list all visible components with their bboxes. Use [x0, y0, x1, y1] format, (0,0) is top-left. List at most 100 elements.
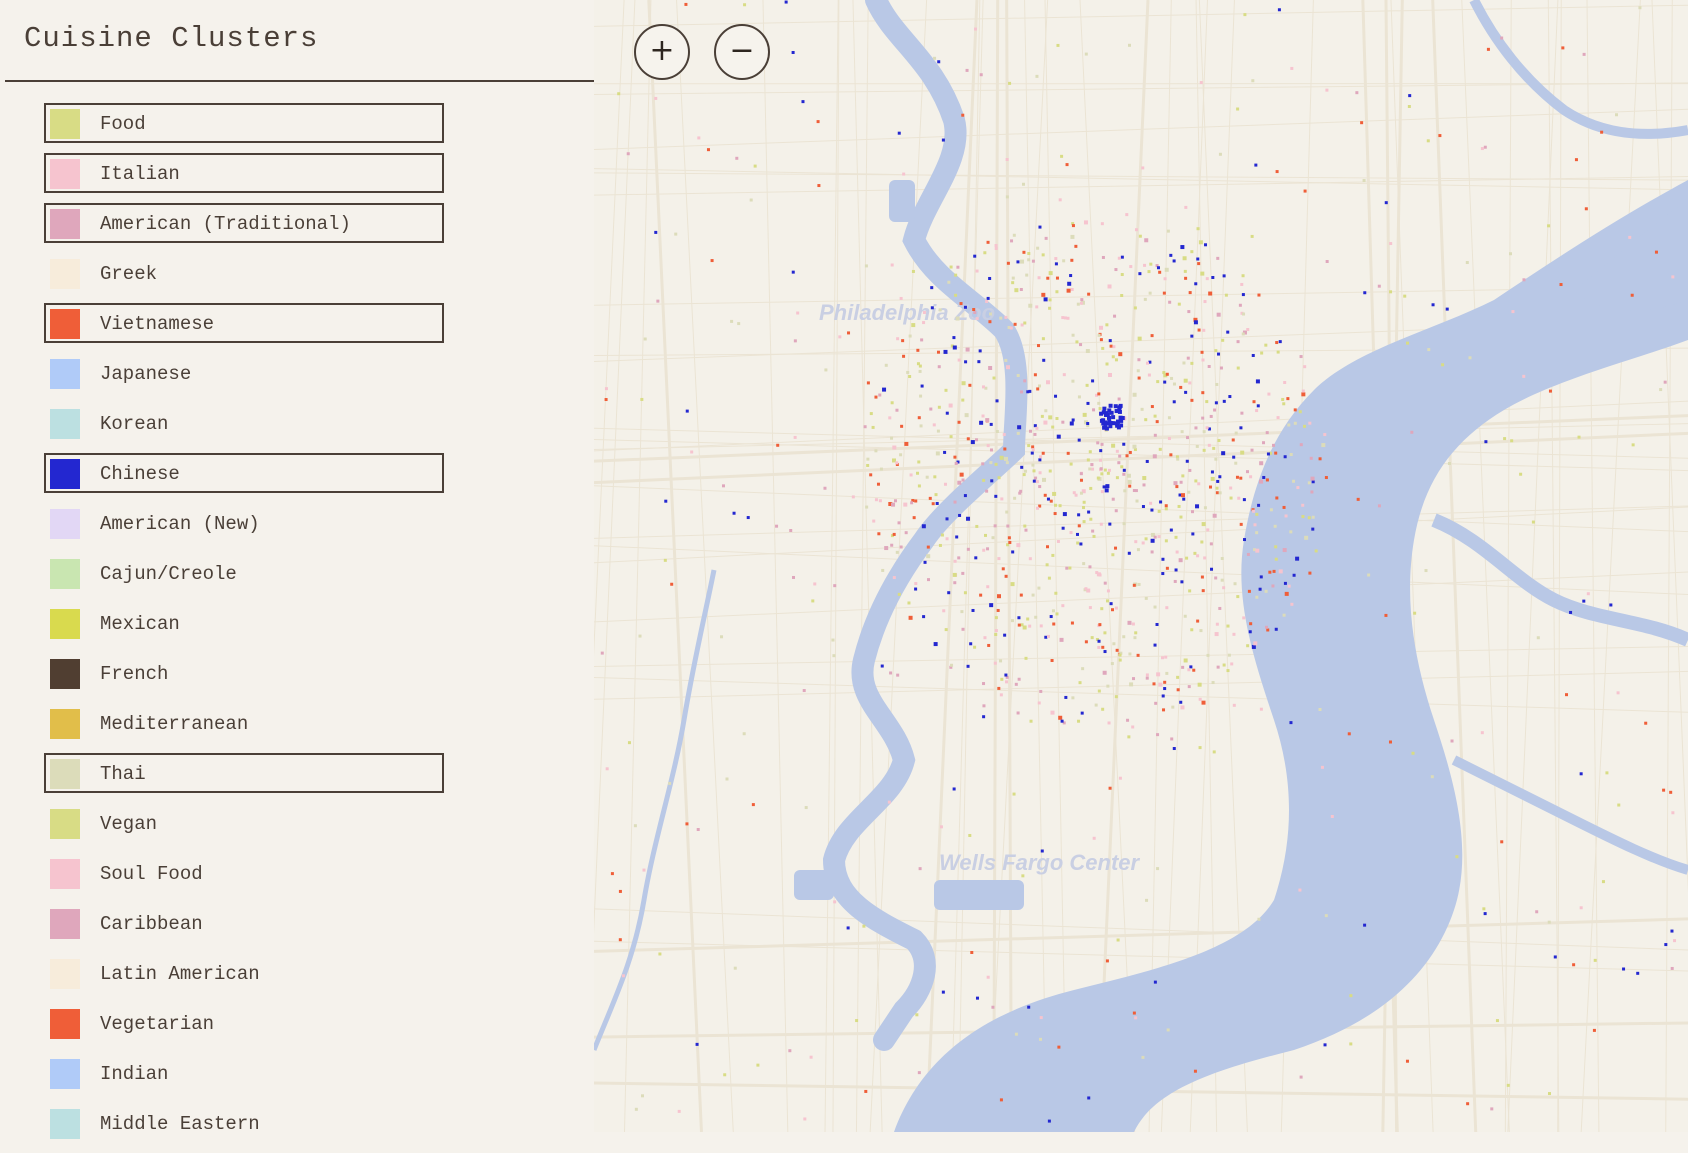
restaurant-point[interactable] [1275, 628, 1278, 631]
restaurant-point[interactable] [1044, 636, 1047, 639]
restaurant-point[interactable] [1165, 507, 1168, 510]
restaurant-point[interactable] [1310, 457, 1313, 460]
restaurant-point[interactable] [1042, 337, 1045, 340]
restaurant-point[interactable] [794, 339, 797, 342]
restaurant-point[interactable] [1240, 283, 1243, 286]
restaurant-point[interactable] [1325, 476, 1328, 479]
restaurant-point[interactable] [1187, 310, 1190, 313]
restaurant-point[interactable] [1236, 108, 1239, 111]
restaurant-point[interactable] [1582, 600, 1585, 603]
restaurant-point[interactable] [1116, 649, 1119, 652]
restaurant-point[interactable] [890, 437, 893, 440]
restaurant-point[interactable] [1622, 968, 1625, 971]
restaurant-point[interactable] [1115, 607, 1118, 610]
restaurant-point[interactable] [953, 581, 956, 584]
restaurant-point[interactable] [1028, 625, 1031, 628]
restaurant-point[interactable] [1215, 383, 1218, 386]
restaurant-point[interactable] [1069, 274, 1072, 277]
restaurant-point[interactable] [1266, 478, 1269, 481]
restaurant-point[interactable] [905, 531, 908, 534]
restaurant-point[interactable] [1196, 445, 1199, 448]
restaurant-point[interactable] [901, 339, 904, 342]
restaurant-point[interactable] [697, 136, 700, 139]
restaurant-point[interactable] [1220, 367, 1223, 370]
restaurant-point[interactable] [1197, 262, 1200, 265]
restaurant-point[interactable] [1035, 75, 1038, 78]
restaurant-point[interactable] [1151, 550, 1154, 553]
restaurant-point[interactable] [1170, 737, 1173, 740]
restaurant-point[interactable] [1237, 497, 1240, 500]
legend-item[interactable]: Mediterranean [44, 703, 444, 743]
restaurant-point[interactable] [1285, 592, 1289, 596]
restaurant-point[interactable] [1128, 485, 1131, 488]
restaurant-point[interactable] [1061, 720, 1064, 723]
restaurant-point[interactable] [891, 503, 895, 507]
restaurant-point[interactable] [1029, 557, 1032, 560]
restaurant-point[interactable] [988, 320, 991, 323]
restaurant-point[interactable] [1448, 462, 1451, 465]
restaurant-point[interactable] [1111, 662, 1114, 665]
restaurant-point[interactable] [957, 481, 961, 485]
restaurant-point[interactable] [1071, 696, 1074, 699]
restaurant-point[interactable] [1251, 449, 1254, 452]
restaurant-point[interactable] [1012, 277, 1015, 280]
restaurant-point[interactable] [1099, 326, 1103, 330]
legend-item[interactable]: Latin American [44, 953, 444, 993]
restaurant-point[interactable] [1071, 380, 1074, 383]
restaurant-point[interactable] [1165, 606, 1168, 609]
restaurant-point[interactable] [1093, 535, 1096, 538]
restaurant-point[interactable] [968, 834, 971, 837]
restaurant-point[interactable] [1161, 558, 1164, 561]
restaurant-point[interactable] [1032, 260, 1035, 263]
restaurant-point[interactable] [1230, 662, 1233, 665]
restaurant-point[interactable] [1200, 540, 1203, 543]
restaurant-point[interactable] [1296, 486, 1299, 489]
restaurant-point[interactable] [1298, 889, 1301, 892]
legend-item[interactable]: Vegetarian [44, 1003, 444, 1043]
restaurant-point[interactable] [1104, 469, 1107, 472]
restaurant-point[interactable] [1097, 392, 1100, 395]
restaurant-point[interactable] [1000, 693, 1003, 696]
restaurant-point[interactable] [1101, 347, 1104, 350]
restaurant-point[interactable] [1079, 542, 1082, 545]
restaurant-point[interactable] [1041, 849, 1044, 852]
restaurant-point[interactable] [872, 426, 875, 429]
restaurant-point[interactable] [1254, 523, 1257, 526]
restaurant-point[interactable] [1188, 685, 1191, 688]
restaurant-point[interactable] [1070, 463, 1073, 466]
restaurant-point[interactable] [1157, 266, 1160, 269]
restaurant-point[interactable] [823, 487, 826, 490]
restaurant-point[interactable] [1308, 422, 1311, 425]
restaurant-point[interactable] [1135, 228, 1138, 231]
restaurant-point[interactable] [1060, 638, 1064, 642]
restaurant-point[interactable] [1017, 425, 1021, 429]
restaurant-point[interactable] [1076, 541, 1079, 544]
restaurant-point[interactable] [1600, 131, 1603, 134]
restaurant-point[interactable] [1484, 912, 1487, 915]
restaurant-point[interactable] [1158, 271, 1161, 274]
restaurant-point[interactable] [974, 28, 977, 31]
restaurant-point[interactable] [1287, 424, 1290, 427]
restaurant-point[interactable] [982, 549, 985, 552]
restaurant-point[interactable] [1030, 720, 1033, 723]
restaurant-point[interactable] [1168, 301, 1171, 304]
restaurant-point[interactable] [852, 495, 855, 498]
restaurant-point[interactable] [1192, 669, 1195, 672]
restaurant-point[interactable] [1109, 339, 1112, 342]
restaurant-point[interactable] [1010, 326, 1013, 329]
restaurant-point[interactable] [1326, 260, 1329, 263]
restaurant-point[interactable] [869, 473, 872, 476]
restaurant-point[interactable] [866, 458, 869, 461]
restaurant-point[interactable] [1199, 240, 1203, 244]
restaurant-point[interactable] [982, 385, 985, 388]
restaurant-point[interactable] [994, 495, 997, 498]
restaurant-point[interactable] [1154, 415, 1157, 418]
legend-item[interactable]: Greek [44, 253, 444, 293]
restaurant-point[interactable] [994, 524, 997, 527]
restaurant-point[interactable] [1196, 620, 1199, 623]
restaurant-point[interactable] [1170, 377, 1173, 380]
restaurant-point[interactable] [917, 460, 920, 463]
restaurant-point[interactable] [1289, 721, 1292, 724]
restaurant-point[interactable] [962, 628, 965, 631]
restaurant-point[interactable] [1189, 291, 1192, 294]
